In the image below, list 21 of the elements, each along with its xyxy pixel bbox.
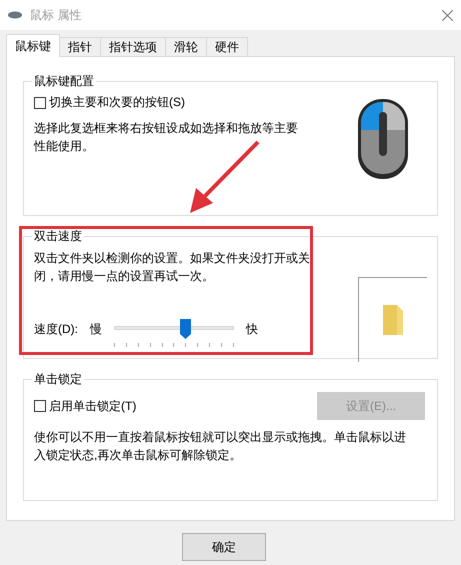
group-title: 鼠标键配置	[33, 73, 95, 90]
group-title: 单击锁定	[33, 371, 83, 388]
slow-label: 慢	[90, 320, 102, 338]
fast-label: 快	[246, 320, 258, 338]
ok-button[interactable]: 确定	[182, 533, 266, 561]
speed-slider[interactable]	[114, 319, 234, 349]
checkbox[interactable]: 切换主要和次要的按钮(S)	[34, 94, 349, 111]
description-text: 双击文件夹以检测你的设置。如果文件夹没打开或关闭，请用慢一点的设置再试一次。	[34, 250, 311, 285]
description-text: 使你可以不用一直按着鼠标按钮就可以突出显示或拖拽。单击鼠标以进入锁定状态,再次单击鼠标可解除锁定。	[34, 429, 407, 464]
tab[interactable]: 硬件	[206, 37, 248, 57]
window-title: 鼠标 属性	[30, 6, 82, 24]
checkbox[interactable]: 启用单击锁定(T)	[34, 398, 136, 414]
group-title: 双击速度	[33, 228, 83, 245]
tab[interactable]: 鼠标键	[6, 34, 60, 57]
close-icon[interactable]	[442, 10, 453, 20]
test-area[interactable]	[358, 277, 427, 362]
mouse-icon	[8, 11, 22, 19]
folder-icon	[380, 303, 406, 337]
description-text: 选择此复选框来将右按钮设成如选择和拖放等主要性能使用。	[34, 120, 299, 155]
speed-label: 速度(D):	[34, 320, 78, 338]
slider-thumb[interactable]	[180, 319, 191, 339]
